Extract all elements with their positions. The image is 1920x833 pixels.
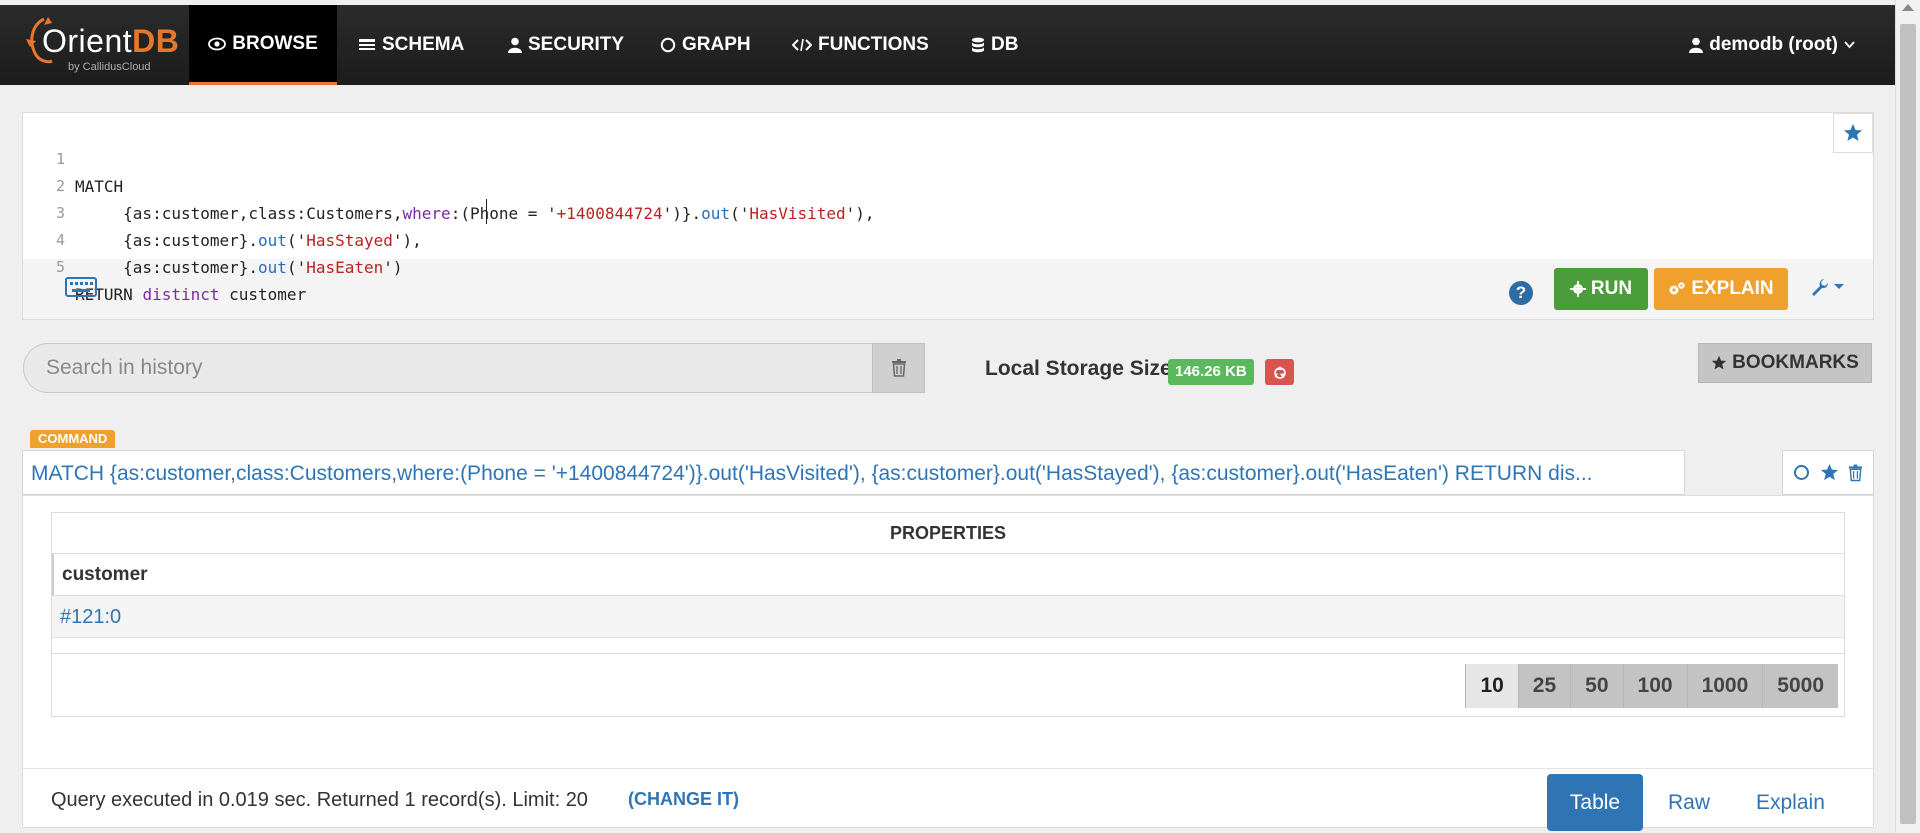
tab-table[interactable]: Table [1547,774,1643,831]
result-table: PROPERTIES customer #121:0 10 25 50 100 … [51,512,1845,717]
nav-security-label: SECURITY [528,34,625,55]
table-icon [358,38,376,53]
navbar: OrientDB by CallidusCloud BROWSE SCHEMA … [0,5,1895,85]
nav-schema-label: SCHEMA [382,34,465,55]
local-storage-size-badge: 146.26 KB [1168,359,1254,385]
help-icon[interactable]: ? [1509,281,1533,305]
page-size-option[interactable]: 100 [1622,664,1687,708]
star-icon [1711,355,1727,371]
nav-security[interactable]: SECURITY [508,5,624,85]
local-storage-label: Local Storage Size [985,357,1172,380]
tools-dropdown[interactable] [1811,278,1845,296]
page-size-option[interactable]: 10 [1465,664,1518,708]
page-size-option[interactable]: 50 [1570,664,1623,708]
nav-browse-label: BROWSE [232,32,318,54]
line-number: 5 [55,258,65,276]
page: OrientDB by CallidusCloud BROWSE SCHEMA … [0,0,1895,833]
nav-schema[interactable]: SCHEMA [358,5,464,85]
query-status: Query executed in 0.019 sec. Returned 1 … [51,789,588,811]
query-editor-panel: 1 MATCH 2 {as:customer,class:Customers,w… [22,112,1874,320]
circle-icon[interactable] [1793,464,1810,481]
user-menu[interactable]: demodb (root) [1689,5,1855,85]
bookmark-query-button[interactable] [1833,113,1873,153]
eye-icon [208,37,227,51]
code-text: {as:customer}.out('HasEaten') [75,258,403,277]
page-size-option[interactable]: 25 [1517,664,1571,708]
query-editor[interactable]: 1 MATCH 2 {as:customer,class:Customers,w… [23,113,1873,304]
command-query-text[interactable]: MATCH {as:customer,class:Customers,where… [22,450,1685,495]
nav-browse[interactable]: BROWSE [189,5,337,85]
pagination-row: 10 25 50 100 1000 5000 [52,653,1844,717]
result-footer: Query executed in 0.019 sec. Returned 1 … [23,768,1873,831]
user-icon [508,37,522,53]
circle-icon [660,37,676,53]
logo-text: OrientDB [42,23,180,59]
explain-label: EXPLAIN [1691,278,1774,299]
trash-icon [891,359,906,377]
nav-functions[interactable]: FUNCTIONS [792,5,929,85]
bookmarks-button[interactable]: BOOKMARKS [1698,343,1872,383]
wrench-icon [1812,279,1829,296]
logo-subtitle: by CallidusCloud [68,61,151,73]
page-size-option[interactable]: 1000 [1686,664,1763,708]
nav-db-label: DB [991,34,1019,55]
database-icon [971,37,985,54]
text-cursor [486,199,487,224]
trash-icon[interactable] [1848,464,1863,482]
caret-down-icon [1834,284,1844,289]
bookmarks-label: BOOKMARKS [1732,352,1859,373]
command-actions [1782,450,1874,495]
properties-header: PROPERTIES [52,513,1844,554]
recycle-icon [1273,366,1286,379]
history-search-input[interactable] [46,344,886,392]
chevron-down-icon [1844,41,1855,49]
keyboard-icon[interactable] [65,277,97,302]
scrollbar-thumb[interactable] [1900,24,1916,824]
nav-graph-label: GRAPH [682,34,751,55]
orientdb-logo[interactable]: OrientDB by CallidusCloud [22,13,179,77]
user-icon [1689,37,1704,53]
run-label: RUN [1590,278,1633,299]
page-size-selector: 10 25 50 100 1000 5000 [1465,664,1838,708]
vertical-scrollbar[interactable] [1895,0,1920,833]
run-button[interactable]: RUN [1554,268,1648,310]
code-line: 1 MATCH [23,119,123,196]
column-header-customer[interactable]: customer [52,554,1844,596]
nav-db[interactable]: DB [971,5,1018,85]
clear-history-button[interactable] [872,343,925,393]
code-line: 3 {as:customer}.out('HasStayed'), [23,173,422,250]
change-limit-link[interactable]: (CHANGE IT) [628,789,739,810]
scroll-up-arrow-icon[interactable] [1902,4,1914,11]
code-line: 5 RETURN distinct customer [23,227,306,304]
nav-graph[interactable]: GRAPH [660,5,751,85]
code-icon [792,38,812,52]
user-name: demodb (root) [1709,34,1838,55]
tab-raw[interactable]: Raw [1668,774,1710,831]
result-panel: PROPERTIES customer #121:0 10 25 50 100 … [22,495,1874,831]
code-line: 2 {as:customer,class:Customers,where:(Ph… [23,146,875,223]
gears-icon [1668,281,1686,297]
tab-explain[interactable]: Explain [1756,774,1825,831]
clear-storage-button[interactable] [1265,359,1294,385]
code-line: 4 {as:customer}.out('HasEaten') [23,200,403,277]
nav-functions-label: FUNCTIONS [818,34,929,55]
history-search [23,343,925,393]
code-text: {as:customer,class:Customers,where:(Phon… [75,204,875,223]
code-text: RETURN distinct customer [75,285,307,304]
star-icon[interactable] [1820,463,1839,482]
gear-icon [1569,281,1586,297]
page-size-option[interactable]: 5000 [1762,664,1838,708]
command-badge: COMMAND [30,430,116,448]
star-icon [1844,124,1862,141]
explain-button[interactable]: EXPLAIN [1654,268,1788,310]
code-text: {as:customer}.out('HasStayed'), [75,231,422,250]
table-row[interactable]: #121:0 [52,596,1844,638]
